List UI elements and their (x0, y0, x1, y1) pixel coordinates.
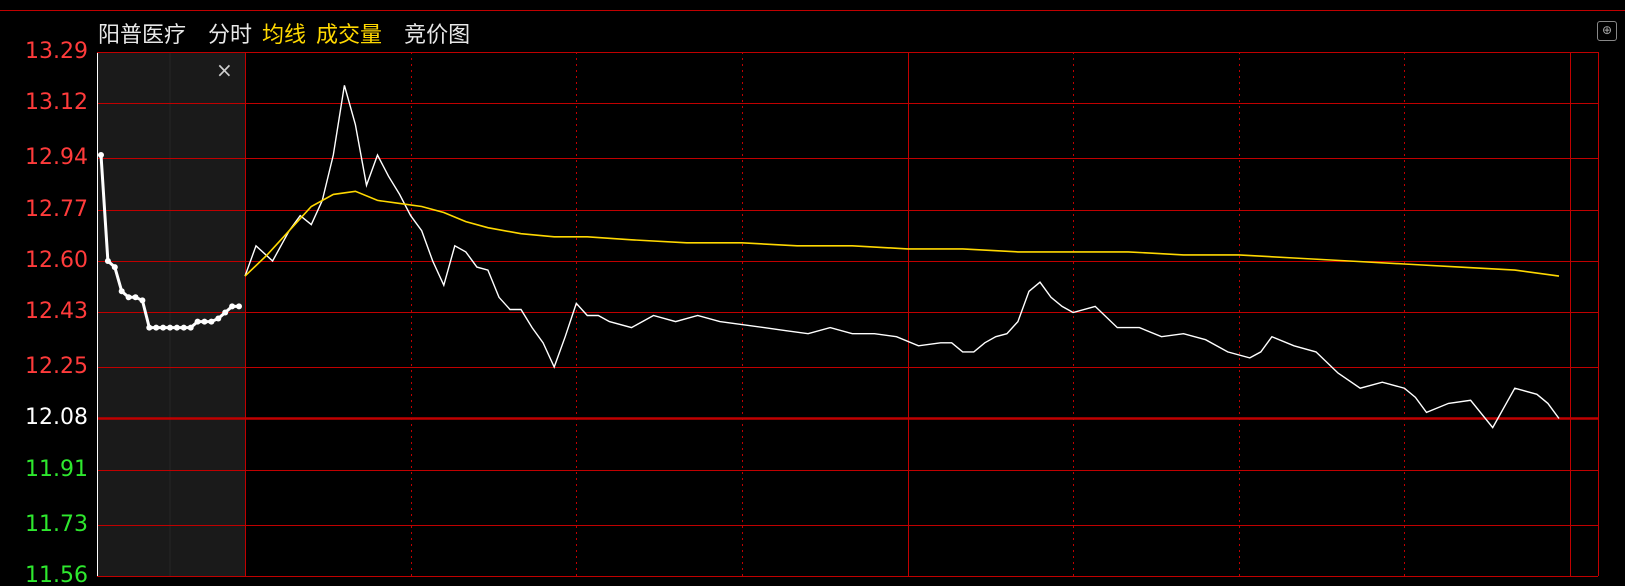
auction-point (215, 315, 222, 322)
price-tick-label: 11.73 (25, 512, 88, 537)
price-tick-label: 13.12 (25, 90, 88, 115)
auction-point (125, 294, 132, 301)
price-tick-label: 11.56 (25, 563, 88, 586)
average-price-line (244, 190, 1560, 277)
price-tick-label: 12.77 (25, 197, 88, 222)
auction-point (153, 324, 160, 331)
price-tick-label: 12.08 (25, 405, 88, 430)
auction-point (187, 324, 194, 331)
price-tick-label: 12.43 (25, 299, 88, 324)
auction-point (167, 324, 173, 331)
auction-point (118, 288, 125, 295)
auction-point (132, 294, 139, 301)
auction-point (236, 303, 242, 310)
intraday-price-line (244, 85, 1560, 429)
auction-point (98, 152, 104, 158)
price-tick-label: 13.29 (25, 39, 88, 64)
price-chart (97, 52, 1599, 577)
auction-point (160, 324, 167, 331)
auction-point (194, 318, 201, 325)
auction-point (229, 303, 236, 310)
price-tick-label: 11.91 (25, 457, 88, 482)
auction-point (139, 297, 146, 304)
auction-point (222, 309, 229, 316)
close-auction-icon[interactable]: × (216, 60, 233, 80)
auction-point (104, 258, 111, 264)
auction-point (173, 324, 180, 331)
price-tick-label: 12.25 (25, 354, 88, 379)
auction-point (111, 264, 118, 271)
auction-point (146, 324, 153, 331)
time-share-chart-window: 阳普医疗 分时 均线 成交量 竞价图 ⊕ 13.29 13.12 12.94 12.7… (0, 0, 1625, 586)
auction-point (201, 318, 208, 325)
price-tick-label: 12.60 (25, 248, 88, 273)
auction-point (208, 318, 215, 325)
auction-point (180, 324, 187, 331)
price-tick-label: 12.94 (25, 145, 88, 170)
